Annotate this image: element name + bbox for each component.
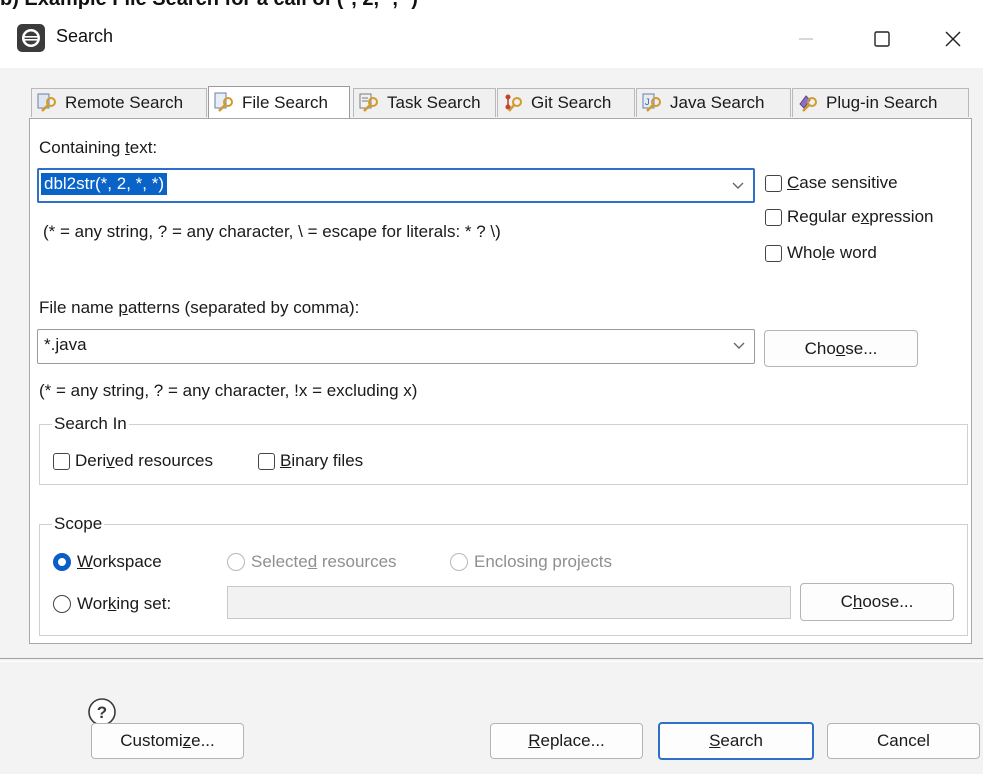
cropped-caption-strip: b) Example File Search for a call of (*,… (0, 0, 983, 10)
window-title: Search (56, 26, 114, 46)
derived-resources-checkbox[interactable]: Derived resources (53, 451, 213, 471)
tab-label: Plug-in Search (826, 93, 938, 112)
containing-text-hint: (* = any string, ? = any character, \ = … (43, 222, 501, 241)
maximize-button[interactable] (850, 10, 914, 68)
scope-group: Scope Workspace Selected resources Enclo… (39, 514, 968, 636)
file-search-panel: Containing text: dbl2str(*, 2, *, *) (* … (29, 118, 972, 644)
binary-files-checkbox[interactable]: Binary files (258, 451, 363, 471)
remote-search-icon (37, 93, 56, 112)
radio-label: Enclosing projects (474, 552, 612, 571)
file-search-icon (214, 92, 233, 112)
tab-label: Remote Search (65, 93, 184, 112)
checkbox-box[interactable] (765, 174, 782, 192)
file-patterns-choose-button[interactable]: Cho o se... (764, 330, 918, 367)
radio-dot[interactable] (53, 595, 71, 613)
task-search-icon (359, 93, 378, 112)
footer-separator (0, 658, 983, 659)
search-tab-strip: Remote Search File Search Task Search Gi… (31, 86, 971, 119)
minimize-icon (799, 38, 813, 40)
selected-resources-radio: Selected resources (227, 552, 397, 572)
tab-label: File Search (242, 92, 328, 112)
whole-word-checkbox[interactable]: Whole word (765, 243, 877, 263)
working-set-radio[interactable]: Working set: (53, 594, 171, 614)
enclosing-projects-radio: Enclosing projects (450, 552, 612, 572)
checkbox-box[interactable] (765, 208, 782, 226)
minimize-button[interactable] (774, 10, 838, 68)
checkbox-box[interactable] (258, 452, 275, 470)
checkbox-label: Case sensitive (787, 173, 898, 192)
window-titlebar: Search (0, 10, 983, 68)
replace-button[interactable]: Replace... (490, 723, 643, 759)
file-patterns-hint: (* = any string, ? = any character, !x =… (39, 381, 418, 400)
search-button[interactable]: Search (658, 722, 814, 760)
tab-git-search[interactable]: Git Search (497, 88, 635, 117)
java-search-icon: J (642, 93, 661, 112)
git-search-icon (505, 94, 522, 112)
radio-label: Working set: (77, 594, 172, 613)
cropped-caption-text: b) Example File Search for a call of (*,… (0, 0, 418, 10)
eclipse-app-icon (17, 24, 45, 52)
chevron-down-icon[interactable] (731, 180, 745, 190)
tab-task-search[interactable]: Task Search (353, 88, 496, 117)
radio-label: Selected resources (251, 552, 397, 571)
tab-label: Git Search (531, 93, 612, 112)
footer-separator-highlight (0, 661, 983, 662)
close-icon (945, 31, 961, 47)
checkbox-label: Derived resources (75, 451, 213, 470)
radio-dot (450, 553, 468, 571)
tab-plugin-search[interactable]: Plug-in Search (792, 88, 969, 117)
regular-expression-checkbox[interactable]: Regular expression (765, 207, 933, 227)
containing-text-label: Containing text: (39, 138, 158, 157)
checkbox-label: Binary files (280, 451, 364, 470)
case-sensitive-checkbox[interactable]: Case sensitive (765, 173, 898, 193)
close-button[interactable] (921, 10, 983, 68)
radio-dot (227, 553, 245, 571)
checkbox-label: Whole word (787, 243, 877, 262)
radio-dot[interactable] (53, 553, 71, 571)
svg-text:?: ? (97, 703, 107, 722)
file-patterns-value: *.java (44, 335, 87, 354)
working-set-choose-button[interactable]: Ch oose... (800, 583, 954, 621)
plugin-search-icon (799, 95, 817, 112)
tab-file-search[interactable]: File Search (208, 86, 350, 118)
file-patterns-combo[interactable]: *.java (37, 329, 755, 364)
chevron-down-icon[interactable] (732, 340, 746, 350)
customize-button[interactable]: Customi z e... (91, 723, 244, 759)
maximize-icon (874, 31, 890, 47)
tab-java-search[interactable]: J Java Search (636, 88, 791, 117)
containing-text-combo[interactable]: dbl2str(*, 2, *, *) (37, 168, 755, 203)
tab-label: Java Search (670, 93, 765, 112)
file-patterns-label: File name patterns (separated by comma): (39, 298, 360, 317)
workspace-radio[interactable]: Workspace (53, 552, 162, 572)
containing-text-value: dbl2str(*, 2, *, *) (41, 173, 167, 195)
cancel-button[interactable]: Cancel (827, 723, 980, 759)
search-in-title: Search In (52, 414, 129, 434)
checkbox-label: Regular expression (787, 207, 934, 226)
working-set-field (227, 586, 791, 619)
search-in-group: Search In Derived resources Binary files (39, 414, 968, 485)
checkbox-box[interactable] (53, 452, 70, 470)
checkbox-box[interactable] (765, 244, 782, 262)
tab-remote-search[interactable]: Remote Search (31, 88, 207, 117)
tab-label: Task Search (387, 93, 481, 112)
scope-title: Scope (52, 514, 105, 534)
svg-text:J: J (645, 97, 650, 107)
radio-label: Workspace (77, 552, 162, 571)
